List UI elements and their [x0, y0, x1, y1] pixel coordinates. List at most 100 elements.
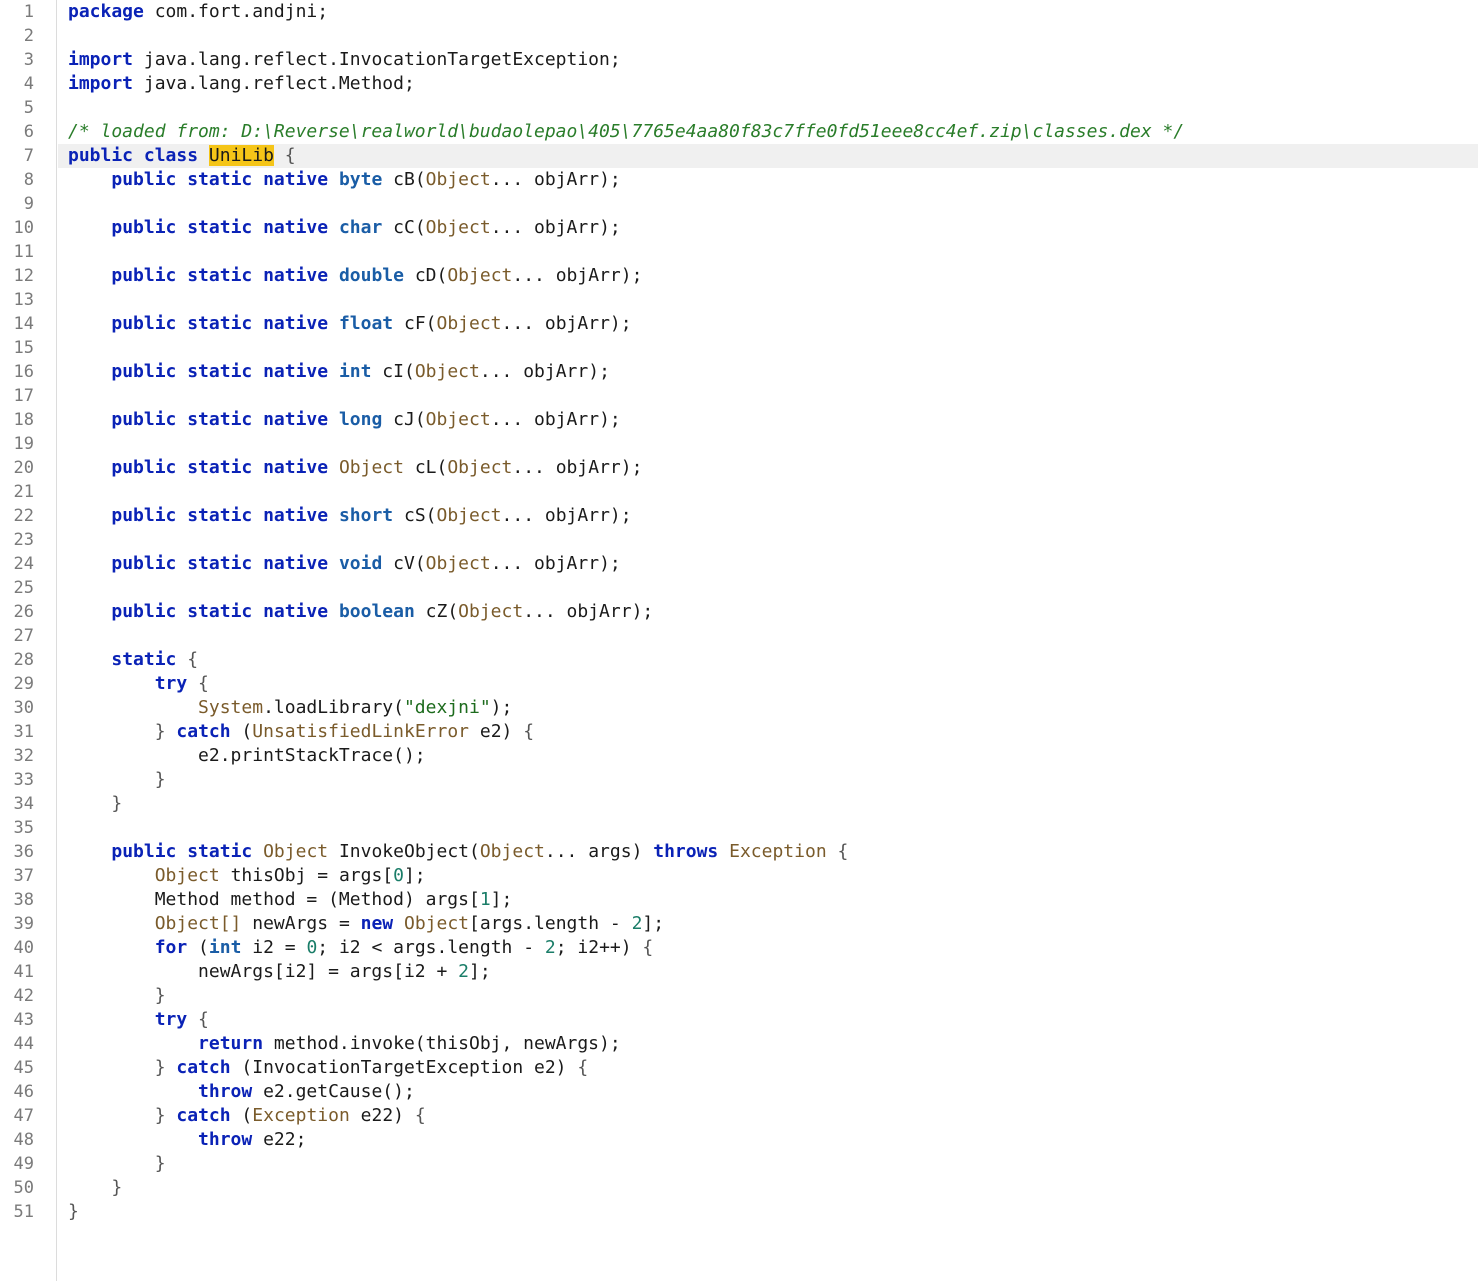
code-token: thisObj = args[ [219, 865, 394, 886]
code-line[interactable]: } [58, 984, 1478, 1008]
code-line[interactable]: public static native short cS(Object... … [58, 504, 1478, 528]
code-line[interactable] [58, 24, 1478, 48]
code-line[interactable]: Method method = (Method) args[1]; [58, 888, 1478, 912]
code-token: public static native [111, 265, 329, 286]
code-line[interactable]: public static native long cJ(Object... o… [58, 408, 1478, 432]
code-token: ... objArr); [479, 361, 610, 382]
code-line[interactable] [58, 816, 1478, 840]
code-line[interactable]: newArgs[i2] = args[i2 + 2]; [58, 960, 1478, 984]
code-token: cI( [371, 361, 415, 382]
code-line[interactable]: public static native byte cB(Object... o… [58, 168, 1478, 192]
code-area[interactable]: package com.fort.andjni; import java.lang… [58, 0, 1478, 1281]
code-line[interactable]: } catch (UnsatisfiedLinkError e2) { [58, 720, 1478, 744]
line-number: 23 [13, 530, 34, 550]
code-line[interactable]: } [58, 1176, 1478, 1200]
code-token: import [68, 73, 134, 94]
code-line[interactable] [58, 96, 1478, 120]
line-number: 35 [13, 818, 34, 838]
code-line[interactable]: throw e22; [58, 1128, 1478, 1152]
code-line[interactable] [58, 432, 1478, 456]
code-line[interactable] [58, 288, 1478, 312]
code-token: 2 [458, 961, 469, 982]
code-line[interactable]: } [58, 768, 1478, 792]
code-line[interactable]: } [58, 1152, 1478, 1176]
code-line[interactable]: static { [58, 648, 1478, 672]
code-line[interactable]: public static native int cI(Object... ob… [58, 360, 1478, 384]
code-line[interactable]: public static native double cD(Object...… [58, 264, 1478, 288]
line-number: 25 [13, 578, 34, 598]
code-token: Object [154, 865, 220, 886]
code-token: ... objArr); [512, 457, 643, 478]
code-token: for [154, 937, 188, 958]
code-line[interactable]: for (int i2 = 0; i2 < args.length - 2; i… [58, 936, 1478, 960]
code-line[interactable] [58, 624, 1478, 648]
code-line[interactable]: System.loadLibrary("dexjni"); [58, 696, 1478, 720]
code-token: { [187, 1009, 209, 1030]
code-token: Object [458, 601, 524, 622]
code-token: int [338, 361, 372, 382]
code-line[interactable]: public static native Object cL(Object...… [58, 456, 1478, 480]
line-number: 29 [13, 674, 34, 694]
search-highlight: UniLib [208, 145, 274, 166]
code-line[interactable]: Object thisObj = args[0]; [58, 864, 1478, 888]
code-line[interactable]: public static native char cC(Object... o… [58, 216, 1478, 240]
code-line[interactable]: public static native boolean cZ(Object..… [58, 600, 1478, 624]
code-line[interactable] [58, 336, 1478, 360]
code-token: cL( [403, 457, 448, 478]
code-line[interactable]: e2.printStackTrace(); [58, 744, 1478, 768]
code-token: Object [425, 169, 491, 190]
code-token: return [198, 1033, 264, 1054]
code-line[interactable]: Object[] newArgs = new Object[args.lengt… [58, 912, 1478, 936]
code-line[interactable]: public static native void cV(Object... o… [58, 552, 1478, 576]
code-line[interactable]: } [58, 1200, 1478, 1224]
code-token: public class [68, 145, 199, 166]
code-line[interactable]: throw e2.getCause(); [58, 1080, 1478, 1104]
code-line[interactable]: } [58, 792, 1478, 816]
code-line[interactable]: public static Object InvokeObject(Object… [58, 840, 1478, 864]
code-line[interactable]: import java.lang.reflect.InvocationTarge… [58, 48, 1478, 72]
code-line[interactable] [58, 528, 1478, 552]
code-line[interactable]: /* loaded from: D:\Reverse\realworld\bud… [58, 120, 1478, 144]
code-line[interactable]: public class UniLib { [58, 144, 1478, 168]
code-token: cF( [393, 313, 437, 334]
code-line[interactable] [58, 240, 1478, 264]
code-line[interactable]: } catch (InvocationTargetException e2) { [58, 1056, 1478, 1080]
code-token: { [176, 649, 199, 670]
code-token: } [154, 985, 166, 1006]
code-line[interactable]: try { [58, 672, 1478, 696]
code-line[interactable]: public static native float cF(Object... … [58, 312, 1478, 336]
line-number: 28 [13, 650, 34, 670]
code-line[interactable] [58, 576, 1478, 600]
code-line[interactable]: } catch (Exception e22) { [58, 1104, 1478, 1128]
code-token: ]; [642, 913, 665, 934]
code-line[interactable] [58, 384, 1478, 408]
code-token: [args.length - [469, 913, 632, 934]
code-line[interactable] [58, 192, 1478, 216]
code-line[interactable] [58, 480, 1478, 504]
code-token: char [338, 217, 383, 238]
code-token: ; i2 < args.length - [317, 937, 545, 958]
code-editor[interactable]: 1 2 3 4 5 6 7 8 9 10 11 12 13 14 15 16 17 18 19 20 21 22 23 24 2… [0, 0, 1478, 1281]
code-token: public static native [111, 601, 329, 622]
code-line[interactable]: return method.invoke(thisObj, newArgs); [58, 1032, 1478, 1056]
line-number: 4 [23, 74, 34, 94]
code-line[interactable]: package com.fort.andjni; [58, 0, 1478, 24]
line-number: 42 [13, 986, 34, 1006]
code-line[interactable]: import java.lang.reflect.Method; [58, 72, 1478, 96]
code-line[interactable]: try { [58, 1008, 1478, 1032]
line-number: 39 [13, 914, 34, 934]
line-number: 3 [23, 50, 34, 70]
code-token: public static [111, 841, 253, 862]
